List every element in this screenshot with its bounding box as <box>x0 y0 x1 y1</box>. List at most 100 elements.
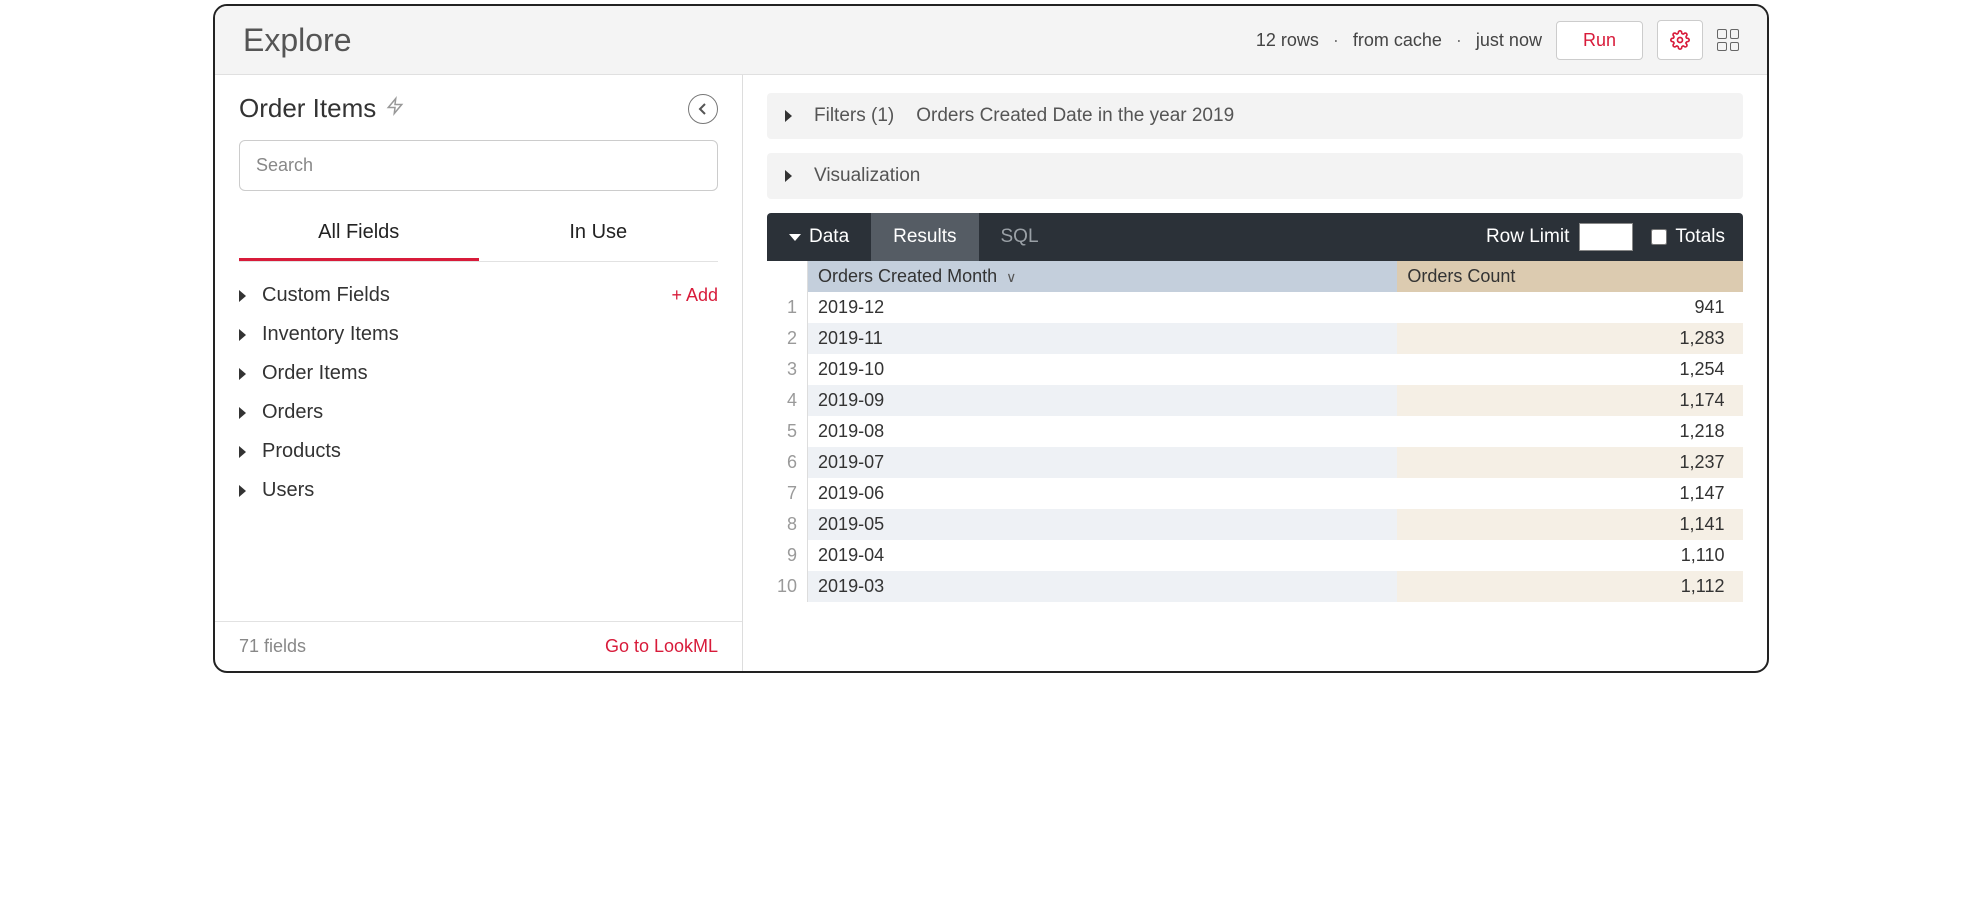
row-number: 8 <box>767 509 808 540</box>
table-row[interactable]: 82019-051,141 <box>767 509 1743 540</box>
cell-dimension[interactable]: 2019-09 <box>808 385 1398 416</box>
cell-measure[interactable]: 1,174 <box>1397 385 1742 416</box>
cell-measure[interactable]: 1,110 <box>1397 540 1742 571</box>
group-custom-fields[interactable]: Custom Fields + Add <box>239 276 718 315</box>
column-dim-label: Orders Created Month <box>818 266 997 286</box>
cell-measure[interactable]: 1,283 <box>1397 323 1742 354</box>
gear-icon <box>1670 30 1690 50</box>
data-bar: Data Results SQL Row Limit Totals <box>767 213 1743 261</box>
row-limit-label: Row Limit <box>1486 226 1569 248</box>
cell-measure[interactable]: 1,141 <box>1397 509 1742 540</box>
cell-measure[interactable]: 941 <box>1397 292 1742 323</box>
row-number: 2 <box>767 323 808 354</box>
cell-dimension[interactable]: 2019-05 <box>808 509 1398 540</box>
cell-dimension[interactable]: 2019-04 <box>808 540 1398 571</box>
topbar: Explore 12 rows · from cache · just now … <box>215 6 1767 75</box>
table-row[interactable]: 22019-111,283 <box>767 323 1743 354</box>
filters-label: Filters (1) <box>814 105 894 127</box>
search-wrap <box>215 134 742 203</box>
group-label: Order Items <box>262 362 368 385</box>
row-limit-input[interactable] <box>1579 223 1633 251</box>
table-row[interactable]: 62019-071,237 <box>767 447 1743 478</box>
row-number: 3 <box>767 354 808 385</box>
group-inventory-items[interactable]: Inventory Items <box>239 315 718 354</box>
table-row[interactable]: 72019-061,147 <box>767 478 1743 509</box>
row-number: 5 <box>767 416 808 447</box>
cell-measure[interactable]: 1,147 <box>1397 478 1742 509</box>
group-label: Orders <box>262 401 323 424</box>
time-status: just now <box>1476 30 1542 51</box>
chevron-left-icon <box>698 103 708 115</box>
table-row[interactable]: 12019-12941 <box>767 292 1743 323</box>
caret-right-icon <box>785 110 792 122</box>
column-header-measure[interactable]: Orders Count <box>1397 261 1742 292</box>
separator-dot-icon: · <box>1456 30 1462 51</box>
row-number: 7 <box>767 478 808 509</box>
search-input[interactable] <box>239 140 718 191</box>
data-tab[interactable]: Data <box>767 213 871 261</box>
collapse-sidebar-button[interactable] <box>688 94 718 124</box>
group-products[interactable]: Products <box>239 432 718 471</box>
sql-tab[interactable]: SQL <box>979 213 1061 261</box>
separator-dot-icon: · <box>1333 30 1339 51</box>
settings-button[interactable] <box>1657 20 1703 60</box>
cell-dimension[interactable]: 2019-07 <box>808 447 1398 478</box>
visualization-section[interactable]: Visualization <box>767 153 1743 199</box>
group-label: Custom Fields <box>262 284 390 307</box>
table-row[interactable]: 92019-041,110 <box>767 540 1743 571</box>
tab-all-fields[interactable]: All Fields <box>239 211 479 261</box>
explore-name: Order Items <box>239 93 376 124</box>
cell-measure[interactable]: 1,218 <box>1397 416 1742 447</box>
cell-dimension[interactable]: 2019-10 <box>808 354 1398 385</box>
totals-toggle[interactable]: Totals <box>1651 226 1743 248</box>
table-row[interactable]: 42019-091,174 <box>767 385 1743 416</box>
cell-measure[interactable]: 1,237 <box>1397 447 1742 478</box>
row-number: 4 <box>767 385 808 416</box>
field-tabs: All Fields In Use <box>239 211 718 262</box>
totals-checkbox[interactable] <box>1651 229 1667 245</box>
sidebar: Order Items All Fields In Use Custom F <box>215 75 743 671</box>
row-number: 6 <box>767 447 808 478</box>
app-window: Explore 12 rows · from cache · just now … <box>213 4 1769 673</box>
cell-measure[interactable]: 1,112 <box>1397 571 1742 602</box>
group-label: Products <box>262 440 341 463</box>
results-label: Results <box>893 226 956 248</box>
results-table-wrap: Orders Created Month ∨ Orders Count 1201… <box>767 261 1743 671</box>
column-header-dimension[interactable]: Orders Created Month ∨ <box>808 261 1398 292</box>
tab-in-use[interactable]: In Use <box>479 211 719 261</box>
sidebar-footer: 71 fields Go to LookML <box>215 621 742 671</box>
row-number: 1 <box>767 292 808 323</box>
cell-dimension[interactable]: 2019-11 <box>808 323 1398 354</box>
data-label: Data <box>809 226 849 248</box>
caret-right-icon <box>239 368 246 380</box>
cell-measure[interactable]: 1,254 <box>1397 354 1742 385</box>
sql-label: SQL <box>1001 226 1039 248</box>
cell-dimension[interactable]: 2019-06 <box>808 478 1398 509</box>
group-order-items[interactable]: Order Items <box>239 354 718 393</box>
cell-dimension[interactable]: 2019-03 <box>808 571 1398 602</box>
caret-right-icon <box>239 446 246 458</box>
group-orders[interactable]: Orders <box>239 393 718 432</box>
field-count: 71 fields <box>239 636 306 657</box>
caret-right-icon <box>239 290 246 302</box>
table-row[interactable]: 32019-101,254 <box>767 354 1743 385</box>
filters-section[interactable]: Filters (1) Orders Created Date in the y… <box>767 93 1743 139</box>
go-to-lookml-link[interactable]: Go to LookML <box>605 636 718 657</box>
sort-desc-icon: ∨ <box>1006 269 1016 285</box>
dashboard-icon[interactable] <box>1717 29 1739 51</box>
cell-dimension[interactable]: 2019-08 <box>808 416 1398 447</box>
visualization-label: Visualization <box>814 165 920 187</box>
run-button[interactable]: Run <box>1556 21 1643 60</box>
caret-right-icon <box>239 329 246 341</box>
results-tab[interactable]: Results <box>871 213 978 261</box>
topbar-right: 12 rows · from cache · just now Run <box>1256 20 1739 60</box>
totals-label: Totals <box>1675 226 1725 248</box>
body: Order Items All Fields In Use Custom F <box>215 75 1767 671</box>
main-panel: Filters (1) Orders Created Date in the y… <box>743 75 1767 671</box>
table-row[interactable]: 52019-081,218 <box>767 416 1743 447</box>
group-users[interactable]: Users <box>239 471 718 510</box>
add-custom-field-link[interactable]: + Add <box>671 285 718 306</box>
caret-right-icon <box>239 485 246 497</box>
table-row[interactable]: 102019-031,112 <box>767 571 1743 602</box>
cell-dimension[interactable]: 2019-12 <box>808 292 1398 323</box>
